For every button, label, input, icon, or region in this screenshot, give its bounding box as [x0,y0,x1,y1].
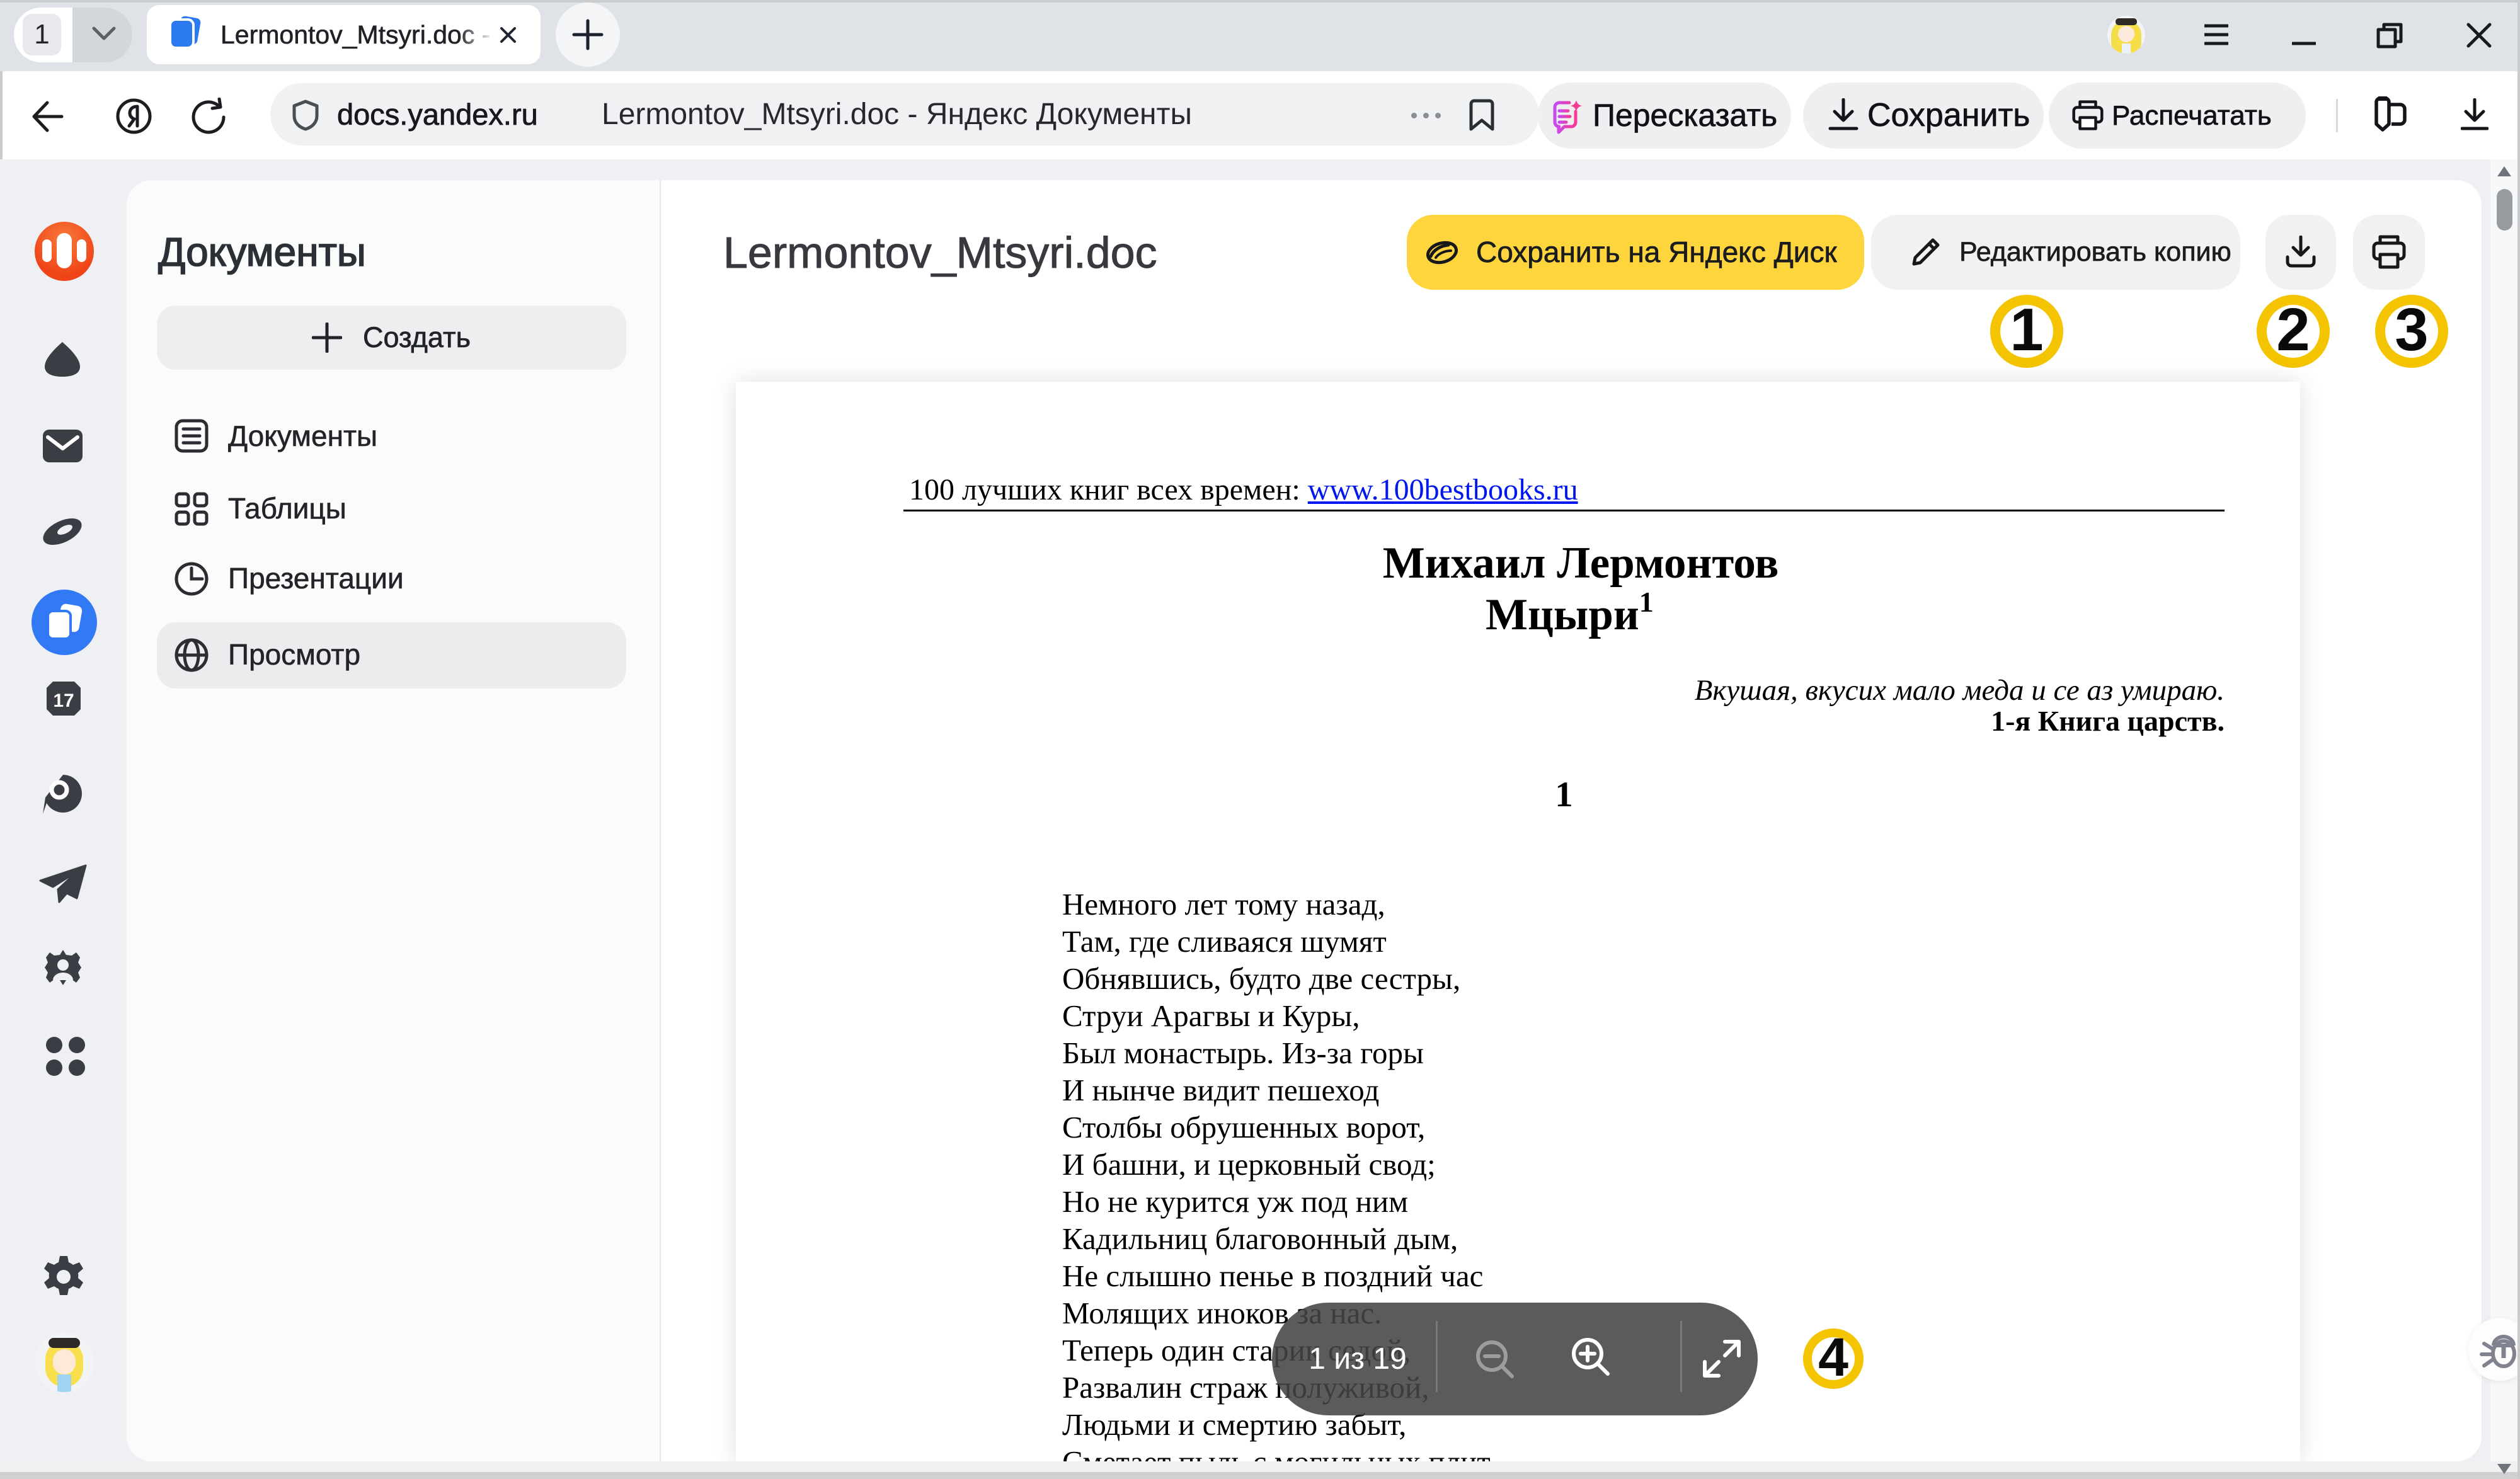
svg-text:17: 17 [53,690,74,711]
